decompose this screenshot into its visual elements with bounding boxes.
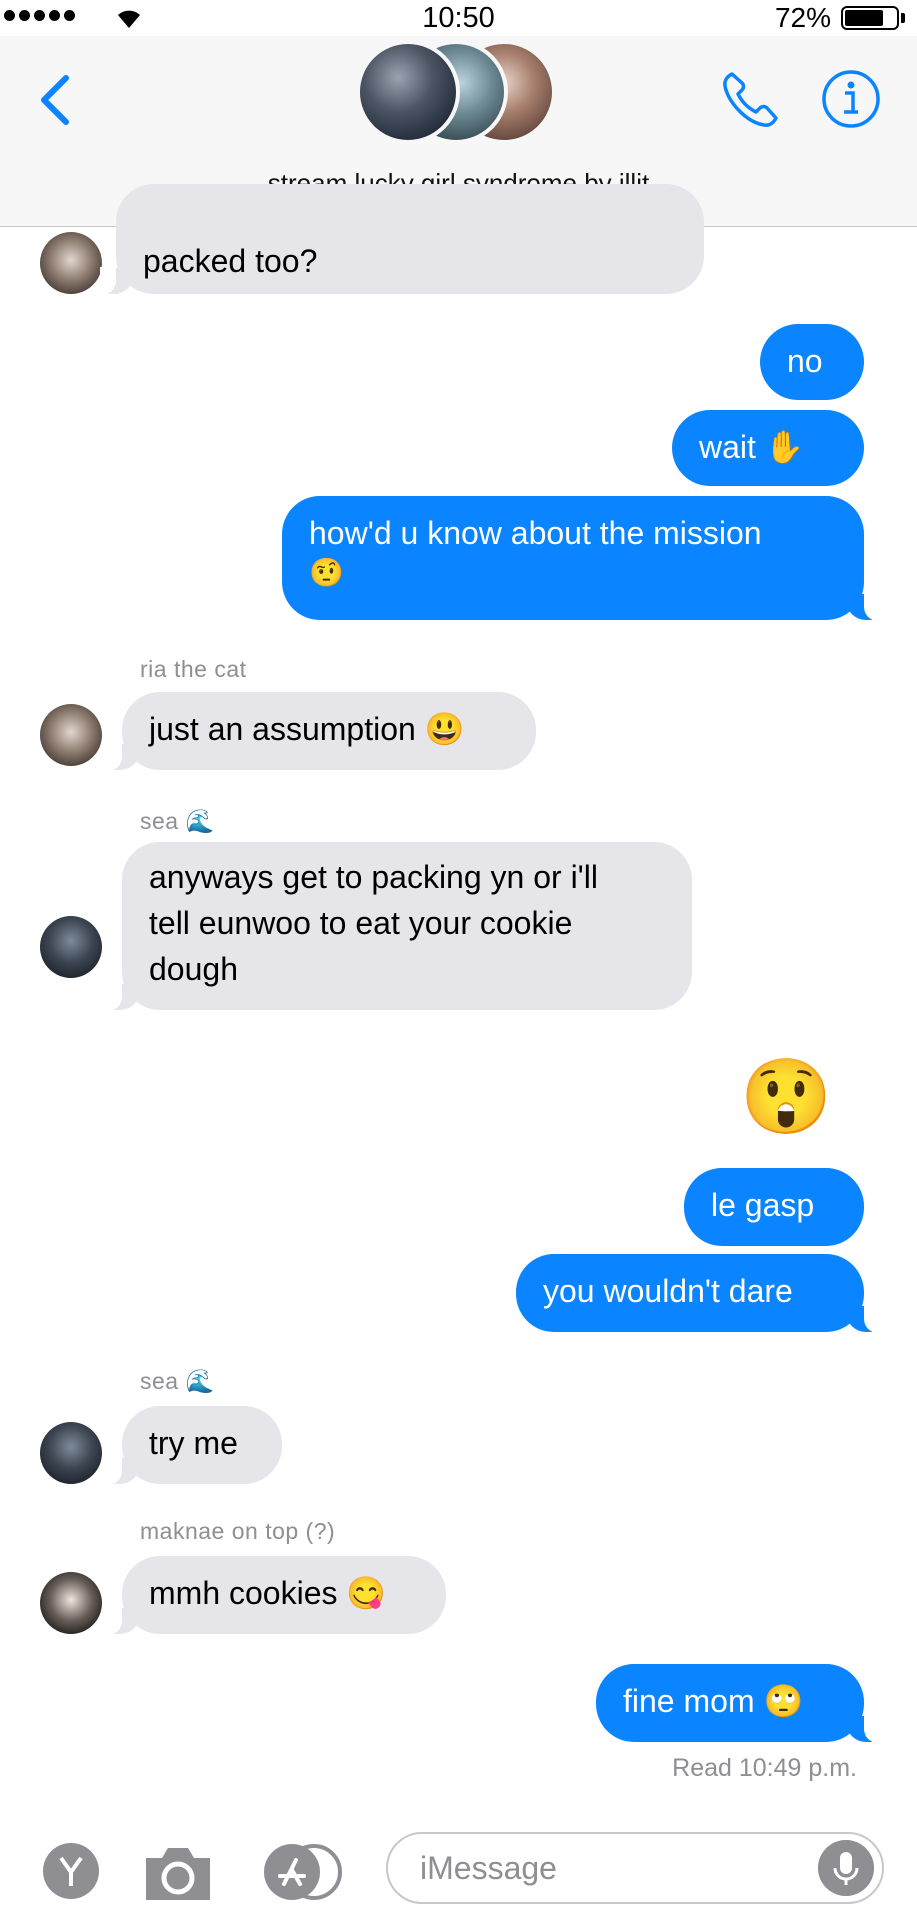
message-text: packed too? xyxy=(143,243,318,279)
message-bubble[interactable]: wait ✋ xyxy=(672,410,864,486)
message-text: wait ✋ xyxy=(699,429,805,465)
sender-name: ria the cat xyxy=(140,656,247,682)
message-text: fine mom 🙄 xyxy=(623,1683,804,1719)
back-chevron-icon[interactable] xyxy=(36,72,76,128)
app-store-icon[interactable] xyxy=(262,1842,344,1902)
message-input-placeholder: iMessage xyxy=(420,1850,557,1886)
avatar xyxy=(356,40,460,144)
sender-name: maknae on top (?) xyxy=(140,1518,336,1544)
battery-icon xyxy=(841,6,899,30)
avatar xyxy=(40,1422,102,1484)
message-emoji[interactable]: 😲 xyxy=(740,1052,832,1142)
sender-name: sea 🌊 xyxy=(140,808,215,834)
microphone-icon[interactable] xyxy=(818,1840,874,1896)
message-bubble[interactable]: how'd u know about the mission 🤨 xyxy=(282,496,880,621)
message-bubble[interactable]: packed too? xyxy=(100,184,704,295)
camera-icon[interactable] xyxy=(142,1842,214,1904)
read-receipt: Read 10:49 p.m. xyxy=(672,1754,857,1782)
battery-tip xyxy=(901,13,905,23)
message-text: you wouldn't dare xyxy=(543,1273,793,1309)
message-text: just an assumption 😃 xyxy=(149,711,465,747)
message-bubble[interactable]: anyways get to packing yn or i'll tell e… xyxy=(106,842,692,1011)
message-text: anyways get to packing yn or i'll xyxy=(149,859,598,895)
input-bar: iMessage xyxy=(0,1812,917,1920)
message-bubble[interactable]: just an assumption 😃 xyxy=(106,692,536,771)
avatar xyxy=(40,1572,102,1634)
status-bar: 10:50 72% xyxy=(0,0,917,36)
message-input[interactable]: iMessage xyxy=(386,1832,884,1904)
message-text: le gasp xyxy=(711,1187,815,1223)
message-text: how'd u know about the mission xyxy=(309,515,762,551)
phone-icon[interactable] xyxy=(718,68,782,132)
message-emoji: 🤨 xyxy=(309,557,344,588)
message-bubble[interactable]: mmh cookies 😋 xyxy=(106,1556,446,1635)
message-bubble[interactable]: le gasp xyxy=(684,1168,864,1246)
avatar xyxy=(40,704,102,766)
group-avatars[interactable] xyxy=(356,40,566,150)
avatar-y-icon[interactable] xyxy=(42,1842,100,1900)
message-bubble[interactable]: try me xyxy=(106,1406,282,1485)
message-bubble[interactable]: no xyxy=(760,324,864,400)
battery-percent: 72% xyxy=(774,2,831,33)
message-text: no xyxy=(787,343,823,379)
message-bubble[interactable]: fine mom 🙄 xyxy=(596,1664,880,1743)
message-text: tell eunwoo to eat your cookie xyxy=(149,905,573,941)
message-bubble[interactable]: you wouldn't dare xyxy=(516,1254,880,1333)
message-text: mmh cookies 😋 xyxy=(149,1575,387,1611)
avatar xyxy=(40,232,102,294)
message-text: try me xyxy=(149,1425,238,1461)
info-icon[interactable] xyxy=(820,68,882,130)
sender-name: sea 🌊 xyxy=(140,1368,215,1394)
message-text: dough xyxy=(149,951,238,987)
avatar xyxy=(40,916,102,978)
